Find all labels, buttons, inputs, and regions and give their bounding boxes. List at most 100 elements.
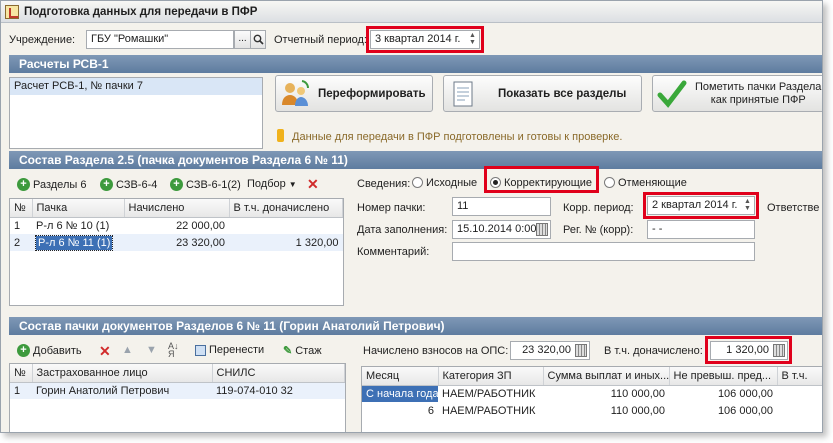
pack-number-label: Номер пачки: [357,202,426,214]
pencil-icon: ✎ [283,345,293,357]
mark-accepted-line1: Пометить пачки Раздела [695,80,822,93]
row-limit: 106 000,00 [717,404,773,417]
row-category: НАЕМ/РАБОТНИК [442,404,536,417]
move-down-button[interactable]: ▼ [146,344,157,356]
institution-select-button[interactable]: ... [234,30,251,49]
document-icon [453,81,473,106]
table-row[interactable]: 1 Р-л 6 № 10 (1) 22 000,00 [10,217,343,234]
comment-label: Комментарий: [357,246,430,258]
col-person: Застрахованное лицо [32,364,213,383]
window-title: Подготовка данных для передачи в ПФР [24,5,258,18]
row-pack: Р-л 6 № 11 (1) [34,234,114,251]
delete-icon: ✕ [307,176,319,192]
responsible-label: Ответстве [767,202,820,214]
add-button[interactable]: + Добавить [17,344,82,357]
checkmark-icon [657,80,687,108]
table-row[interactable]: С начала года НАЕМ/РАБОТНИК 110 000,00 1… [362,385,822,402]
reg-number-field[interactable]: - - [647,220,755,239]
szv612-button[interactable]: + СЗВ-6-1(2) [170,178,241,191]
add-icon: + [170,178,183,191]
rsv-list-item[interactable]: Расчет РСВ-1, № пачки 7 [10,78,262,95]
section25-bar: Состав Раздела 2.5 (пачка документов Раз… [9,151,822,169]
col-accrued: Начислено [124,199,230,218]
transfer-button[interactable]: Перенести [195,344,264,356]
szv64-button[interactable]: + СЗВ-6-4 [100,178,157,191]
transfer-label: Перенести [209,344,265,356]
add-icon: + [17,178,30,191]
rsv-list[interactable]: Расчет РСВ-1, № пачки 7 [9,77,263,149]
app-icon [5,4,19,19]
highlight-corrective [484,166,599,193]
delete-icon: ✕ [99,343,111,359]
col-month: Месяц [362,367,439,386]
col-extra: В т.ч. доначислено [229,199,343,218]
row-limit: 106 000,00 [717,387,773,400]
row-extra [229,217,343,234]
reform-button-label: Переформировать [318,87,426,100]
people-refresh-icon [282,79,310,106]
institution-label: Учреждение: [9,34,76,46]
reform-button[interactable]: Переформировать [275,75,433,112]
select-label: Подбор [247,178,286,190]
row-sum: 110 000,00 [610,404,665,417]
sort-button[interactable]: А↓ Я [168,341,179,359]
period-label: Отчетный период: [274,34,367,46]
mark-accepted-label: Пометить пачки Раздела как принятые ПФР [695,81,821,107]
select-dropdown[interactable]: Подбор ▼ [247,178,297,190]
row-category: НАЕМ/РАБОТНИК [442,387,536,400]
col-category: Категория ЗП [438,367,544,386]
szv64-label: СЗВ-6-4 [116,178,158,191]
calendar-icon[interactable] [536,223,548,236]
mark-accepted-line2: как принятые ПФР [710,93,806,106]
row-snils: 119-074-010 32 [216,384,293,397]
payments-table[interactable]: Месяц Категория ЗП Сумма выплат и иных..… [361,366,822,432]
arrow-down-icon: ▼ [146,344,157,356]
row-accrued: 22 000,00 [176,219,225,232]
table-row[interactable]: 1 Горин Анатолий Петрович 119-074-010 32 [10,382,345,399]
arrow-up-icon: ▲ [122,344,133,356]
institution-field[interactable]: ГБУ "Ромашки" [86,30,234,49]
move-up-button[interactable]: ▲ [122,344,133,356]
title-bar: Подготовка данных для передачи в ПФР [1,1,822,23]
calculator-icon[interactable] [575,344,587,357]
show-all-button-label: Показать все разделы [498,87,627,100]
open-icon[interactable] [250,30,266,49]
sort-icon: А↓ Я [168,341,179,359]
mark-accepted-button[interactable]: Пометить пачки Раздела как принятые ПФР [652,75,822,112]
radio-cancel-label: Отменяющие [618,177,687,189]
col-pack: Пачка [32,199,125,218]
packs-table[interactable]: № Пачка Начислено В т.ч. доначислено 1 Р… [9,198,344,306]
szv612-label: СЗВ-6-1(2) [186,178,241,191]
delete-button[interactable]: ✕ [307,176,319,193]
info-icon [277,129,284,142]
radio-original[interactable]: Исходные [412,177,477,189]
reg-number-label: Рег. № (корр): [563,224,634,236]
show-all-button[interactable]: Показать все разделы [443,75,642,112]
highlight-period [366,26,484,53]
sections6-button[interactable]: + Разделы 6 [17,178,86,191]
highlight-corr-period [643,192,759,219]
seniority-button[interactable]: ✎ Стаж [283,344,322,358]
delete-row-button[interactable]: ✕ [99,343,111,360]
row-accrued: 23 320,00 [176,236,225,249]
table-row[interactable]: 6 НАЕМ/РАБОТНИК 110 000,00 106 000,00 [362,402,822,419]
radio-original-label: Исходные [426,177,478,189]
comment-field[interactable] [452,242,755,261]
col-number: № [10,364,33,383]
row-sum: 110 000,00 [610,387,665,400]
row-month: 6 [427,404,434,417]
table-row[interactable]: 2 Р-л 6 № 11 (1) 23 320,00 1 320,00 [10,234,343,251]
row-month: С начала года [362,385,439,402]
row-pack: Р-л 6 № 10 (1) [36,219,110,232]
radio-cancel[interactable]: Отменяющие [604,177,687,189]
accrued-field[interactable]: 23 320,00 [510,341,590,360]
accrued-label: Начислено взносов на ОПС: [363,345,509,357]
persons-table[interactable]: № Застрахованное лицо СНИЛС 1 Горин Анат… [9,363,346,432]
info-label: Сведения: [357,178,411,190]
fill-date-field[interactable]: 15.10.2014 0:00 [452,220,551,239]
pack-number-field[interactable]: 11 [452,197,551,216]
section6-bar: Состав пачки документов Разделов 6 № 11 … [9,317,822,335]
col-sum: Сумма выплат и иных... [543,367,670,386]
highlight-extra-accrued [705,336,792,364]
add-label: Добавить [33,344,82,357]
